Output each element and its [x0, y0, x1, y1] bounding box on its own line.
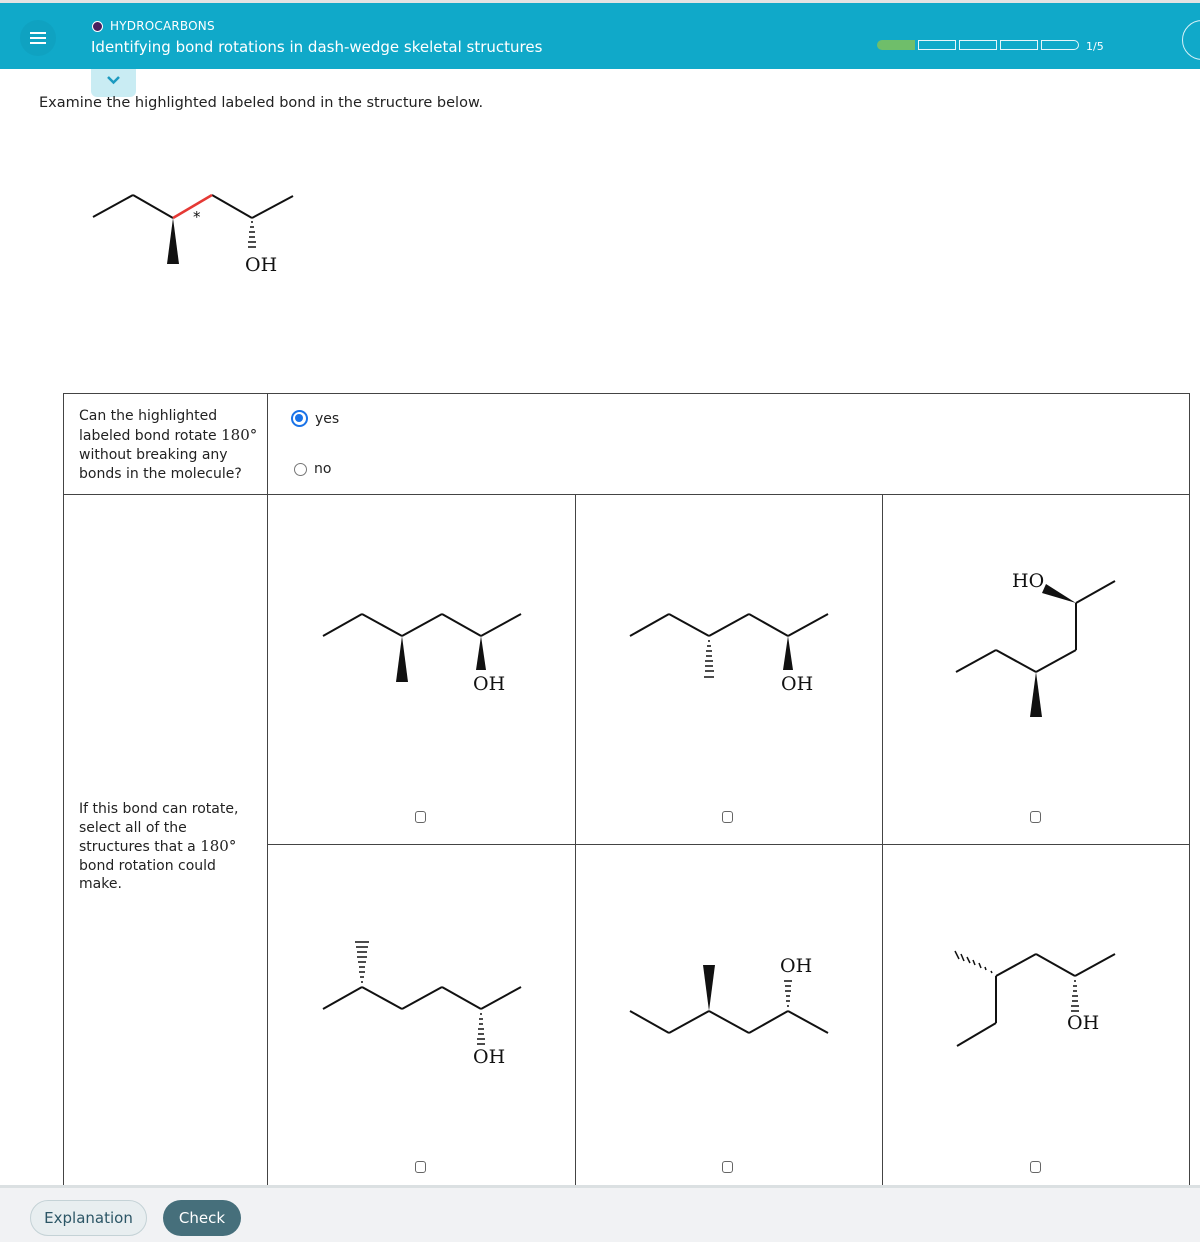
choice-checkbox-b[interactable] — [722, 811, 733, 823]
ho-label: HO — [1012, 570, 1044, 592]
table-border — [267, 844, 1190, 845]
page-title: Identifying bond rotations in dash-wedge… — [91, 38, 543, 56]
progress-segment — [1041, 40, 1079, 50]
dash-bond — [704, 640, 714, 678]
table-border — [882, 494, 883, 1194]
menu-icon — [30, 32, 46, 34]
oh-label: OH — [473, 673, 505, 695]
oh-label: OH — [1067, 1012, 1099, 1034]
table-border — [63, 393, 1190, 394]
choice-structure-b: OH — [629, 613, 829, 695]
menu-icon — [30, 42, 46, 44]
question-2: If this bond can rotate, select all of t… — [79, 801, 239, 892]
table-border — [267, 393, 268, 1193]
wedge-bond — [396, 636, 408, 682]
topic-text: HYDROCARBONS — [110, 19, 215, 33]
menu-button[interactable] — [20, 20, 56, 56]
wedge-bond — [783, 636, 793, 670]
account-button[interactable] — [1182, 20, 1200, 60]
topic-label: HYDROCARBONS — [92, 19, 215, 33]
header-bar: HYDROCARBONS Identifying bond rotations … — [0, 3, 1200, 69]
radio-no-label: no — [314, 461, 332, 477]
oh-label: OH — [780, 955, 812, 977]
radio-yes[interactable]: yes — [291, 410, 340, 427]
check-button[interactable]: Check — [163, 1200, 241, 1236]
choice-checkbox-c[interactable] — [1030, 811, 1041, 823]
explanation-button[interactable]: Explanation — [30, 1200, 147, 1236]
oh-label: OH — [781, 673, 813, 695]
dash-bond — [954, 950, 993, 974]
choice-structure-e: OH — [629, 955, 829, 1034]
choice-structure-c: HO — [955, 570, 1116, 717]
collapse-toggle[interactable] — [91, 69, 136, 97]
oh-label: OH — [245, 254, 277, 276]
dash-bond — [1071, 980, 1079, 1012]
progress-segment — [1000, 40, 1038, 50]
question-1: Can the highlighted labeled bond rotate … — [79, 408, 258, 482]
main-structure: * OH — [92, 193, 294, 276]
choice-checkbox-a[interactable] — [415, 811, 426, 823]
wedge-bond — [1030, 672, 1042, 717]
topic-dot-icon — [92, 20, 103, 32]
progress-segment — [959, 40, 997, 50]
wedge-bond — [167, 218, 179, 264]
choice-checkbox-f[interactable] — [1030, 1161, 1041, 1173]
choice-checkbox-e[interactable] — [722, 1161, 733, 1173]
dash-bond — [355, 941, 369, 983]
progress-bar — [877, 40, 1082, 50]
dash-bond — [477, 1013, 485, 1045]
table-border — [63, 494, 1190, 495]
dash-bond — [784, 980, 792, 1007]
progress-segment — [918, 40, 956, 50]
radio-yes-label: yes — [315, 410, 340, 427]
radio-no[interactable]: no — [294, 461, 331, 477]
choice-structure-a: OH — [322, 613, 522, 695]
wedge-bond — [1042, 584, 1076, 603]
chevron-down-icon — [107, 76, 120, 85]
dash-bond — [248, 221, 256, 248]
footer-bar: Explanation Check — [0, 1185, 1200, 1242]
table-border — [575, 494, 576, 1194]
wedge-bond — [703, 965, 715, 1011]
progress-segment — [877, 40, 915, 50]
wedge-bond — [476, 636, 486, 670]
choice-structure-d: OH — [322, 941, 522, 1068]
choice-structure-f: OH — [954, 950, 1116, 1047]
bond-marker: * — [193, 208, 201, 226]
radio-selected-icon[interactable] — [291, 410, 308, 427]
table-border — [63, 393, 64, 1193]
choice-checkbox-d[interactable] — [415, 1161, 426, 1173]
progress-label: 1/5 — [1086, 40, 1104, 53]
oh-label: OH — [473, 1046, 505, 1068]
menu-icon — [30, 37, 46, 39]
table-border — [1189, 393, 1190, 1193]
prompt-text: Examine the highlighted labeled bond in … — [39, 95, 484, 111]
radio-unselected-icon[interactable] — [294, 462, 307, 476]
